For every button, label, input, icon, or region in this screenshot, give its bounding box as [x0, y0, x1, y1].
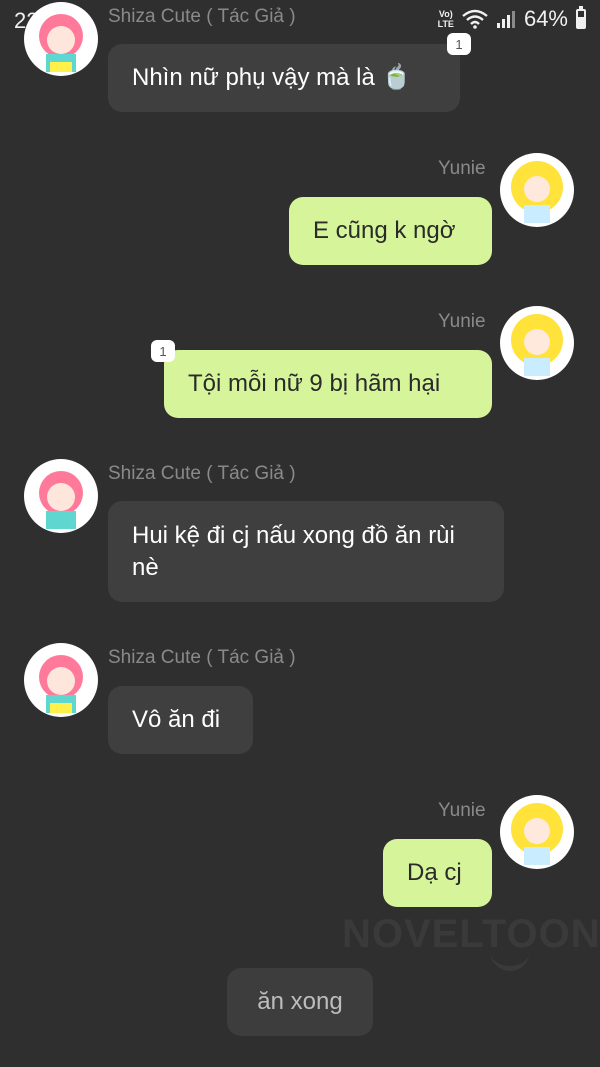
status-icons: Vo) LTE 64%	[438, 6, 586, 32]
battery-percent: 64%	[523, 6, 568, 31]
comment-count-badge[interactable]: 1	[447, 33, 471, 55]
pink-hair-girl-avatar[interactable]	[24, 2, 98, 76]
yellow-hair-girl-avatar[interactable]	[500, 306, 574, 380]
yellow-hair-girl-avatar[interactable]	[500, 795, 574, 869]
sender-name: Shiza Cute ( Tác Giả )	[108, 6, 296, 27]
sender-name: Shiza Cute ( Tác Giả )	[108, 463, 296, 484]
message-bubble[interactable]: E cũng k ngờ	[289, 197, 492, 265]
watermark-smile-icon	[490, 950, 530, 971]
noveltoon-watermark: NOVELTOON	[342, 912, 600, 956]
sender-name: Yunie	[438, 158, 486, 179]
message-bubble[interactable]: Dạ cj	[383, 839, 492, 907]
signal-icon	[496, 11, 515, 28]
message-bubble[interactable]: Tội mỗi nữ 9 bị hãm hại	[164, 350, 492, 418]
wifi-icon	[462, 9, 488, 29]
message-bubble[interactable]: Nhìn nữ phụ vậy mà là 🍵	[108, 44, 460, 112]
sender-name: Shiza Cute ( Tác Giả )	[108, 647, 296, 668]
pink-hair-girl-avatar[interactable]	[24, 459, 98, 533]
yellow-hair-girl-avatar[interactable]	[500, 153, 574, 227]
message-bubble[interactable]: Hui kệ đi cj nấu xong đồ ăn rùi nè	[108, 501, 504, 602]
message-bubble[interactable]: Vô ăn đi	[108, 686, 253, 754]
sender-name: Yunie	[438, 800, 486, 821]
battery-icon	[576, 6, 586, 29]
sender-name: Yunie	[438, 311, 486, 332]
comment-count-badge[interactable]: 1	[151, 340, 175, 362]
narration-bubble[interactable]: ăn xong	[227, 968, 373, 1036]
pink-hair-girl-avatar[interactable]	[24, 643, 98, 717]
volte-lte-icon: Vo) LTE	[437, 9, 454, 29]
